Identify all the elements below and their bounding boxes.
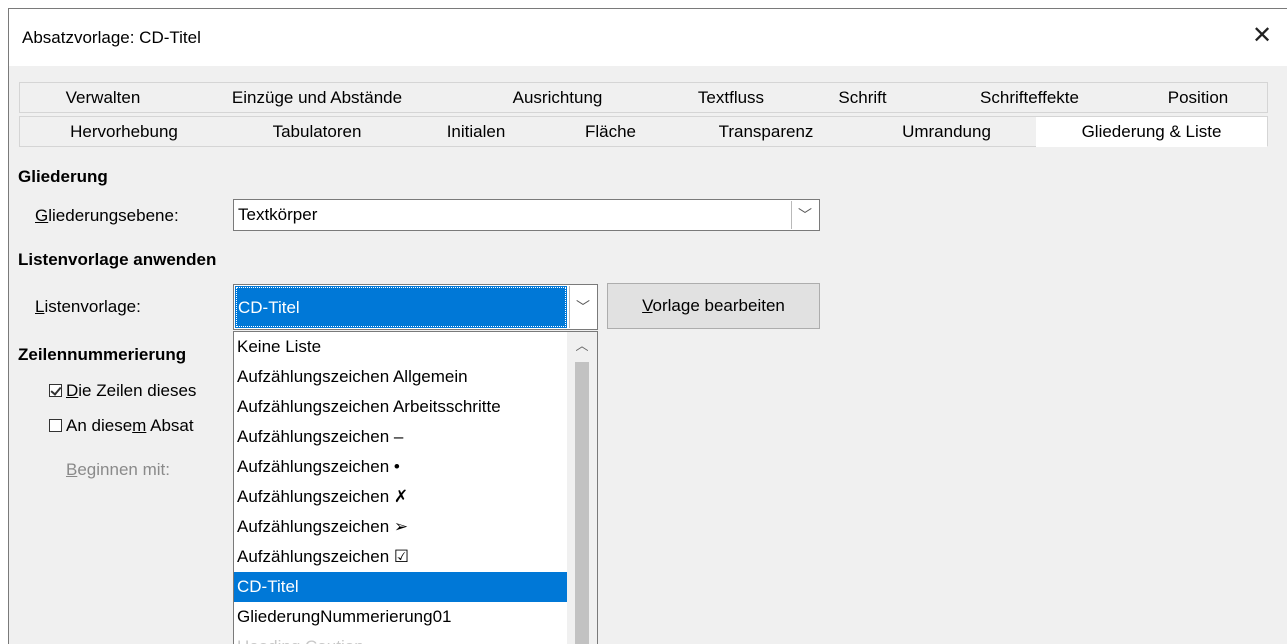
tab-umrandung[interactable]: Umrandung (857, 116, 1037, 147)
tab-gliederung-liste[interactable]: Gliederung & Liste (1036, 116, 1268, 147)
outline-level-label: Gliederungsebene: (35, 206, 179, 225)
close-icon[interactable]: ✕ (1249, 23, 1275, 49)
chevron-down-icon[interactable]: ﹀ (569, 286, 596, 328)
tab-ausrichtung[interactable]: Ausrichtung (448, 82, 668, 113)
tab-verwalten[interactable]: Verwalten (19, 82, 187, 113)
list-item[interactable]: Aufzählungszeichen ✗ (234, 482, 567, 512)
tab-row-1: Verwalten Einzüge und Abstände Ausrichtu… (9, 82, 1287, 113)
list-style-heading: Listenvorlage anwenden (18, 250, 217, 269)
outline-level-value: Textkörper (238, 205, 318, 224)
list-item-selected[interactable]: CD-Titel (234, 572, 567, 602)
tab-schrifteffekte[interactable]: Schrifteffekte (930, 82, 1130, 113)
include-lines-checkbox[interactable]: Die Zeilen dieses (49, 381, 196, 401)
list-style-label: Listenvorlage: (35, 297, 141, 316)
list-item[interactable]: Aufzählungszeichen – (234, 422, 567, 452)
list-item[interactable]: Aufzählungszeichen • (234, 452, 567, 482)
chevron-down-icon[interactable]: ﹀ (791, 201, 818, 229)
tab-transparenz[interactable]: Transparenz (675, 116, 858, 147)
chevron-up-icon[interactable]: ︿ (567, 332, 597, 360)
tab-position[interactable]: Position (1129, 82, 1268, 113)
tab-einzuege-abstaende[interactable]: Einzüge und Abstände (186, 82, 449, 113)
scrollbar-thumb[interactable] (575, 362, 589, 644)
tab-hervorhebung[interactable]: Hervorhebung (19, 116, 229, 147)
checkbox-checked-icon[interactable] (49, 384, 62, 397)
dropdown-scrollbar[interactable]: ︿ (567, 332, 597, 644)
tab-initialen[interactable]: Initialen (406, 116, 547, 147)
tab-flaeche[interactable]: Fläche (546, 116, 676, 147)
outline-heading: Gliederung (18, 167, 108, 186)
list-item[interactable]: Keine Liste (234, 332, 567, 362)
checkbox-unchecked-icon[interactable] (49, 419, 62, 432)
tab-tabulatoren[interactable]: Tabulatoren (228, 116, 407, 147)
list-item[interactable]: Heading Caution (234, 632, 567, 644)
line-numbering-heading: Zeilennummerierung (18, 345, 187, 364)
tab-schrift[interactable]: Schrift (795, 82, 931, 113)
title-bar: Absatzvorlage: CD-Titel ✕ (9, 9, 1287, 66)
restart-numbering-checkbox[interactable]: An diesem Absat (49, 416, 194, 436)
list-item[interactable]: Aufzählungszeichen Allgemein (234, 362, 567, 392)
dropdown-list: Keine Liste Aufzählungszeichen Allgemein… (234, 332, 567, 644)
dialog-title: Absatzvorlage: CD-Titel (22, 28, 201, 47)
edit-style-button[interactable]: Vorlage bearbeiten (607, 283, 820, 329)
list-style-dropdown: Keine Liste Aufzählungszeichen Allgemein… (233, 331, 598, 644)
tab-row-2: Hervorhebung Tabulatoren Initialen Fläch… (9, 116, 1287, 147)
outline-level-select[interactable]: Textkörper ﹀ (233, 199, 820, 231)
start-with-label: Beginnen mit: (66, 460, 170, 479)
list-item[interactable]: Aufzählungszeichen Arbeitsschritte (234, 392, 567, 422)
list-style-select[interactable]: CD-Titel ﹀ (233, 284, 598, 330)
list-style-value: CD-Titel (238, 298, 300, 317)
list-item[interactable]: Aufzählungszeichen ➢ (234, 512, 567, 542)
list-item[interactable]: Aufzählungszeichen ☑ (234, 542, 567, 572)
tab-textfluss[interactable]: Textfluss (667, 82, 796, 113)
list-item[interactable]: GliederungNummerierung01 (234, 602, 567, 632)
